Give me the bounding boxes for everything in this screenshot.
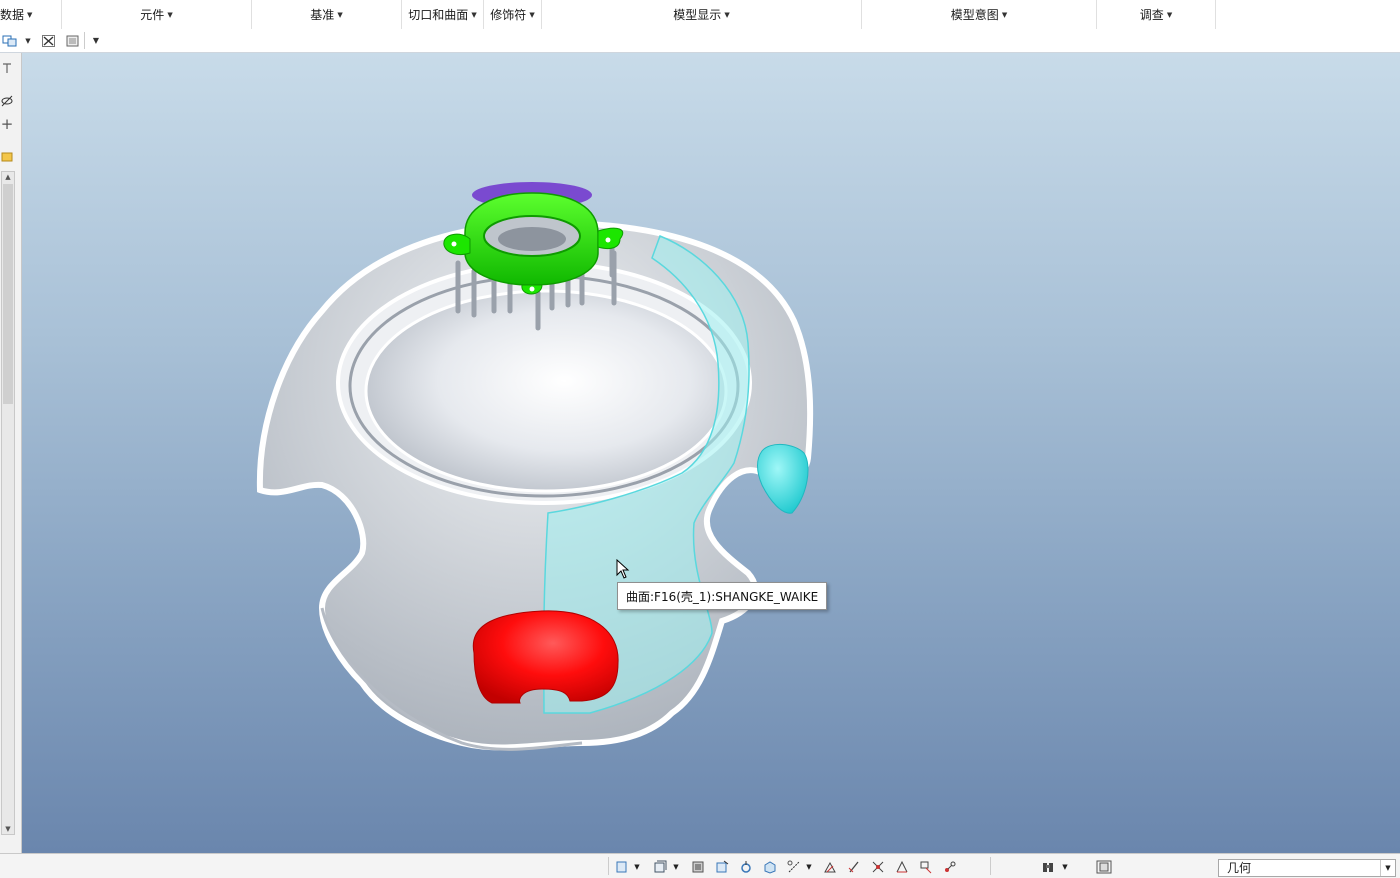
dropdown-icon[interactable]: ▼: [804, 860, 814, 874]
cad-model[interactable]: [22, 53, 1400, 853]
screen-icon[interactable]: [64, 33, 80, 48]
ribbon-group-label: 调查: [1139, 8, 1164, 22]
mouse-cursor-icon: [616, 559, 630, 579]
ribbon-group-label: 模型显示: [673, 8, 722, 22]
add-icon[interactable]: +: [0, 115, 14, 133]
snap-icon[interactable]: [894, 860, 910, 874]
dropdown-icon[interactable]: ▼: [1060, 860, 1070, 874]
chevron-down-icon: ▼: [1001, 10, 1008, 19]
chevron-down-icon: ▼: [724, 10, 730, 19]
ribbon-group-label: 元件: [140, 8, 165, 22]
flip-icon[interactable]: [846, 860, 862, 874]
dropdown-icon[interactable]: ▼: [671, 860, 681, 874]
filter-value: 几何: [1227, 861, 1252, 875]
left-side-panel: + ▲ ▼: [0, 53, 22, 853]
ribbon-group-modifiers[interactable]: 修饰符 ▼: [484, 0, 542, 29]
dropdown-icon[interactable]: ▼: [22, 33, 34, 48]
chevron-down-icon: ▼: [471, 10, 477, 19]
status-bar: ▼ ▼ ▼ ▼ 几何 ▼: [0, 853, 1400, 878]
red-part: [472, 610, 619, 704]
assemble-icon[interactable]: [690, 860, 706, 874]
surface-tooltip: 曲面:F16(壳_1):SHANGKE_WAIKE: [617, 582, 828, 610]
overflow-icon[interactable]: ▼: [90, 33, 102, 48]
quick-access-toolbar: ▼ ▼: [0, 29, 1400, 53]
fullscreen-icon[interactable]: [1094, 860, 1114, 874]
ribbon-group-data[interactable]: 数据 ▼: [0, 0, 62, 29]
ribbon-group-label: 切口和曲面: [408, 8, 469, 22]
bowl-floor: [364, 289, 728, 493]
selection-filter-select[interactable]: 几何 ▼: [1218, 859, 1396, 877]
chevron-down-icon: ▼: [167, 10, 173, 19]
align-icon[interactable]: [870, 860, 886, 874]
chevron-down-icon[interactable]: ▼: [1380, 860, 1395, 876]
ribbon-group-component[interactable]: 元件 ▼: [62, 0, 252, 29]
layout-icon[interactable]: [918, 860, 934, 874]
ribbon-group-model-intent[interactable]: 模型意图 ▼: [862, 0, 1097, 29]
graphics-viewport[interactable]: 曲面:F16(壳_1):SHANGKE_WAIKE: [22, 53, 1400, 853]
appearance-icon[interactable]: [762, 860, 778, 874]
ribbon-group-cut-surface[interactable]: 切口和曲面 ▼: [402, 0, 484, 29]
part-icon[interactable]: [614, 860, 630, 874]
chevron-down-icon: ▼: [337, 10, 343, 19]
ribbon-group-datum[interactable]: 基准 ▼: [252, 0, 402, 29]
chevron-down-icon: ▼: [1166, 10, 1173, 19]
ribbon-group-investigate[interactable]: 调查 ▼: [1097, 0, 1216, 29]
scroll-up-icon[interactable]: ▲: [2, 172, 14, 182]
chevron-down-icon: ▼: [27, 10, 33, 19]
scrollbar-thumb[interactable]: [3, 184, 13, 404]
ribbon-group-label: 数据: [0, 8, 25, 22]
layer-icon[interactable]: [652, 860, 668, 874]
ribbon-group-label: 修饰符: [490, 8, 527, 22]
ribbon-group-label: 模型意图: [950, 8, 999, 22]
binoculars-icon[interactable]: [1040, 860, 1056, 874]
constraint-icon[interactable]: [786, 860, 802, 874]
select-icon[interactable]: [1, 33, 19, 48]
chevron-down-icon: ▼: [529, 10, 535, 19]
move-icon[interactable]: [714, 860, 730, 874]
cyan-part: [757, 444, 809, 514]
ribbon-group-model-display[interactable]: 模型显示 ▼: [542, 0, 862, 29]
part-dropdown-icon[interactable]: ▼: [632, 860, 642, 874]
left-panel-scrollbar[interactable]: ▲ ▼: [1, 171, 15, 835]
ribbon-group-label: 基准: [310, 8, 335, 22]
rotate-icon[interactable]: [738, 860, 754, 874]
close-window-icon[interactable]: [40, 33, 56, 48]
scroll-down-icon[interactable]: ▼: [2, 824, 14, 834]
folder-icon[interactable]: [0, 149, 14, 163]
visibility-icon[interactable]: [0, 93, 14, 109]
ribbon-group-bar: 数据 ▼ 元件 ▼ 基准 ▼ 切口和曲面 ▼ 修饰符 ▼ 模型显示 ▼ 模型意图 ▼ 调查 ▼: [0, 0, 1400, 30]
label-icon[interactable]: [0, 61, 14, 75]
link-icon[interactable]: [942, 860, 958, 874]
orient-icon[interactable]: [822, 860, 838, 874]
